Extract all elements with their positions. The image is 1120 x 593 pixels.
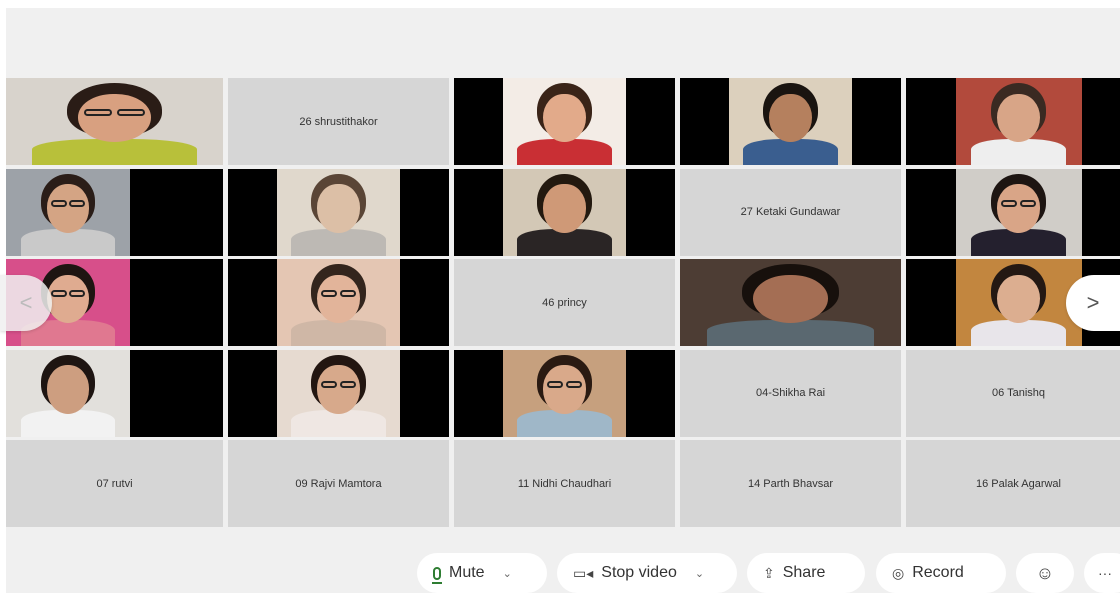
glasses bbox=[339, 380, 356, 388]
participant-tile-name-only[interactable]: 06 Tanishq bbox=[906, 349, 1120, 437]
next-page-button[interactable]: > bbox=[1066, 275, 1120, 331]
mute-label: Mute bbox=[449, 564, 485, 581]
participant-video-feed bbox=[276, 349, 401, 437]
glasses bbox=[321, 290, 338, 298]
participant-tile-name-only[interactable]: 14 Parth Bhavsar bbox=[680, 440, 901, 527]
more-icon: ··· bbox=[1098, 565, 1112, 581]
participant-name: 04-Shikha Rai bbox=[755, 387, 826, 399]
reactions-button[interactable]: ☺ bbox=[1016, 553, 1074, 593]
participant-video-feed bbox=[502, 349, 627, 437]
record-label: Record bbox=[912, 564, 964, 581]
participant-tile-video[interactable] bbox=[6, 168, 223, 256]
participant-name: 16 Palak Agarwal bbox=[976, 477, 1061, 490]
participant-tile-video[interactable] bbox=[906, 168, 1120, 256]
participant-name: 46 princy bbox=[542, 296, 587, 309]
participant-video-feed bbox=[955, 259, 1082, 346]
meeting-toolbar: Mute ⌄ ▭◂ Stop video ⌄ ⇪ Share ◎ Record … bbox=[0, 553, 1120, 593]
share-label: Share bbox=[782, 564, 826, 581]
glasses bbox=[565, 380, 582, 388]
participant-tile-video[interactable] bbox=[454, 168, 675, 256]
glasses bbox=[69, 290, 86, 298]
participant-tile-video[interactable] bbox=[6, 349, 223, 437]
stop-video-button[interactable]: ▭◂ Stop video ⌄ bbox=[557, 553, 737, 593]
glasses bbox=[116, 109, 145, 117]
participant-tile-video[interactable] bbox=[906, 78, 1120, 165]
participant-tile-name-only[interactable]: 11 Nidhi Chaudhari bbox=[454, 440, 675, 527]
participant-name: 09 Rajvi Mamtora bbox=[295, 477, 382, 490]
glasses bbox=[1019, 199, 1037, 207]
record-button[interactable]: ◎ Record bbox=[876, 553, 1006, 593]
participant-tile-name-only[interactable]: 04-Shikha Rai bbox=[680, 349, 901, 437]
glasses bbox=[50, 290, 67, 298]
participant-tile-video[interactable] bbox=[454, 78, 675, 165]
participant-video-feed bbox=[6, 78, 223, 165]
participant-tile-video[interactable] bbox=[454, 349, 675, 437]
participant-tile-name-only[interactable]: 09 Rajvi Mamtora bbox=[228, 440, 449, 527]
share-button[interactable]: ⇪ Share bbox=[747, 553, 865, 593]
glasses bbox=[339, 290, 356, 298]
more-options-button[interactable]: ··· bbox=[1084, 553, 1120, 593]
participant-video-feed bbox=[728, 78, 853, 165]
participant-tile-name-only[interactable]: 26 shrustithakor bbox=[228, 78, 449, 165]
participant-video-feed bbox=[680, 259, 901, 346]
chevron-down-icon[interactable]: ⌄ bbox=[503, 567, 512, 580]
mute-button[interactable]: Mute ⌄ bbox=[417, 553, 547, 593]
participant-video-feed bbox=[502, 78, 627, 165]
participant-tile-video[interactable] bbox=[680, 259, 901, 346]
participant-tile-video[interactable] bbox=[6, 78, 223, 165]
participant-grid: 26 shrustithakor 27 Ketaki Gundawar 46 pri… bbox=[6, 78, 1120, 527]
participant-tile-name-only[interactable]: 16 Palak Agarwal bbox=[906, 440, 1120, 527]
glasses bbox=[1000, 199, 1018, 207]
participant-video-feed bbox=[6, 168, 130, 256]
participant-name: 27 Ketaki Gundawar bbox=[740, 206, 841, 218]
glasses bbox=[547, 380, 564, 388]
participant-video-feed bbox=[955, 78, 1082, 165]
participant-video-feed bbox=[276, 168, 401, 256]
participant-video-feed bbox=[955, 168, 1082, 256]
video-camera-icon: ▭◂ bbox=[573, 564, 594, 581]
glasses bbox=[50, 199, 67, 207]
record-icon: ◎ bbox=[892, 564, 905, 581]
participant-name: 11 Nidhi Chaudhari bbox=[517, 477, 612, 490]
participant-tile-video[interactable] bbox=[228, 259, 449, 346]
participant-name: 06 Tanishq bbox=[991, 387, 1045, 399]
participant-name: 07 rutvi bbox=[96, 477, 133, 490]
smiley-icon: ☺ bbox=[1035, 562, 1055, 583]
stop-video-label: Stop video bbox=[601, 564, 677, 581]
chevron-left-icon: < bbox=[19, 290, 33, 315]
participant-video-feed bbox=[276, 259, 401, 346]
participant-video-feed bbox=[6, 349, 130, 437]
participant-tile-name-only[interactable]: 46 princy bbox=[454, 259, 675, 346]
glasses bbox=[321, 380, 338, 388]
participant-tile-video[interactable] bbox=[228, 168, 449, 256]
share-icon: ⇪ bbox=[763, 564, 775, 581]
participant-tile-video[interactable] bbox=[680, 78, 901, 165]
microphone-icon bbox=[432, 566, 442, 584]
participant-tile-name-only[interactable]: 07 rutvi bbox=[6, 440, 223, 527]
participant-video-feed bbox=[502, 168, 627, 256]
participant-name: 14 Parth Bhavsar bbox=[748, 477, 833, 490]
glasses bbox=[69, 199, 86, 207]
glasses bbox=[84, 109, 113, 117]
participant-tile-name-only[interactable]: 27 Ketaki Gundawar bbox=[680, 168, 901, 256]
participant-tile-video[interactable] bbox=[228, 349, 449, 437]
participant-name: 26 shrustithakor bbox=[299, 115, 378, 128]
chevron-right-icon: > bbox=[1086, 290, 1100, 315]
chevron-down-icon[interactable]: ⌄ bbox=[695, 567, 704, 580]
